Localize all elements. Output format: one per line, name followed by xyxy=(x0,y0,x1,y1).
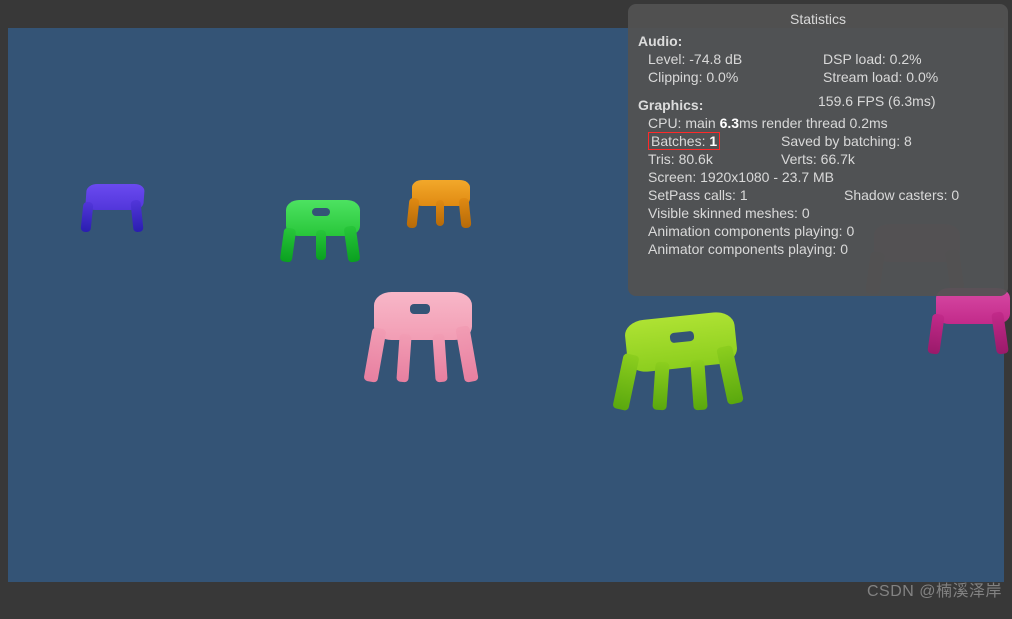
audio-clipping: Clipping: 0.0% xyxy=(648,68,823,86)
statistics-panel: Statistics Audio: Level: -74.8 dB DSP lo… xyxy=(628,4,1008,296)
stream-load: Stream load: 0.0% xyxy=(823,68,998,86)
audio-level: Level: -74.8 dB xyxy=(648,50,823,68)
audio-heading: Audio: xyxy=(638,32,998,50)
stool-pink xyxy=(364,292,486,410)
stats-title: Statistics xyxy=(638,10,998,28)
cpu-post: ms render thread 0.2ms xyxy=(739,115,888,131)
stool-purple xyxy=(78,184,152,240)
saved-batching: Saved by batching: 8 xyxy=(781,132,998,150)
verts-value: Verts: 66.7k xyxy=(781,150,998,168)
cpu-line: CPU: main 6.3ms render thread 0.2ms xyxy=(638,114,998,132)
batches-cell: Batches: 1 xyxy=(648,132,781,150)
skinned-meshes: Visible skinned meshes: 0 xyxy=(638,204,998,222)
stool-lime xyxy=(612,316,752,434)
animator-comp: Animator components playing: 0 xyxy=(638,240,998,258)
setpass-value: SetPass calls: 1 xyxy=(648,186,844,204)
batches-highlight: Batches: 1 xyxy=(648,132,720,150)
window: Statistics Audio: Level: -74.8 dB DSP lo… xyxy=(0,0,1012,619)
screen-value: Screen: 1920x1080 - 23.7 MB xyxy=(638,168,998,186)
dsp-load: DSP load: 0.2% xyxy=(823,50,998,68)
animation-comp: Animation components playing: 0 xyxy=(638,222,998,240)
graphics-heading: Graphics: xyxy=(638,96,818,114)
tris-value: Tris: 80.6k xyxy=(648,150,781,168)
batches-value: 1 xyxy=(709,133,717,149)
stool-green xyxy=(278,200,370,274)
stool-magenta xyxy=(924,288,1012,366)
cpu-pre: CPU: main xyxy=(648,115,720,131)
cpu-main: 6.3 xyxy=(720,115,739,131)
shadow-casters: Shadow casters: 0 xyxy=(844,186,998,204)
watermark: CSDN @楠溪泽岸 xyxy=(867,577,1002,601)
batches-label: Batches: xyxy=(651,133,709,149)
fps-value: 159.6 FPS (6.3ms) xyxy=(818,92,998,114)
stool-orange xyxy=(406,180,478,236)
